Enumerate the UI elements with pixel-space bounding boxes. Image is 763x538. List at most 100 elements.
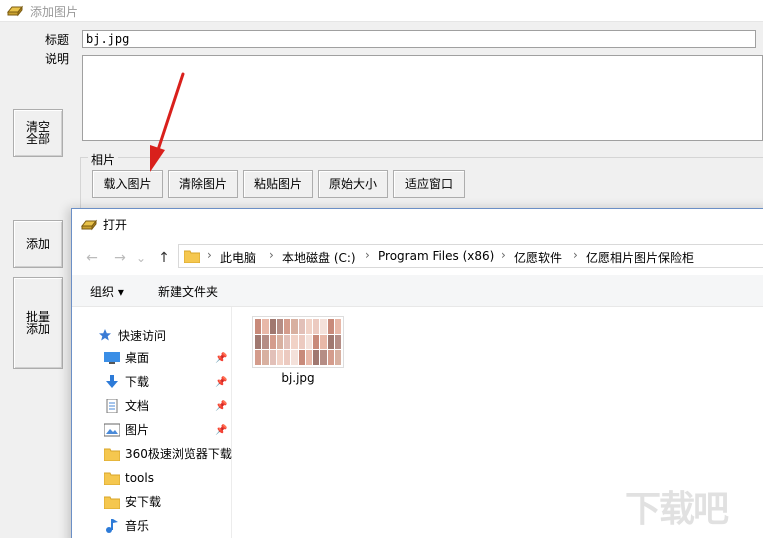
title-input[interactable]: bj.jpg (82, 30, 756, 48)
file-item[interactable]: bj.jpg (252, 316, 348, 388)
recent-chevron-down-icon[interactable]: ⌄ (134, 248, 148, 268)
pin-icon: 📌 (215, 425, 228, 436)
thumbnail-tile (255, 334, 262, 350)
nav-item-label: 安下载 (125, 495, 162, 509)
thumbnail-tile (313, 350, 320, 365)
nav-item-tools[interactable]: tools (102, 467, 230, 489)
thumbnail-tile (327, 350, 334, 365)
dialog-title: 打开 (103, 218, 128, 232)
pictures-icon (104, 423, 120, 437)
window-title: 添加图片 (30, 5, 79, 19)
breadcrumb-program-files[interactable]: Program Files (x86) (378, 249, 494, 263)
breadcrumb-separator-icon: › (573, 248, 578, 262)
star-icon (99, 329, 111, 341)
nav-item-label: 文档 (125, 399, 150, 413)
pin-icon: 📌 (215, 353, 228, 364)
nav-item-label: 桌面 (125, 351, 150, 365)
batch-add-button[interactable]: 批量添加 (13, 277, 63, 369)
organize-menu[interactable]: 组织 ▾ (90, 283, 124, 300)
pin-icon: 📌 (215, 377, 228, 388)
batch-add-label: 批量添加 (25, 310, 50, 336)
breadcrumb-current-folder[interactable]: 亿愿相片图片保险柜 (586, 249, 694, 266)
new-folder-button[interactable]: 新建文件夹 (158, 283, 218, 300)
description-label: 说明 (45, 52, 70, 66)
thumbnail-tile (262, 319, 269, 334)
breadcrumb-this-pc[interactable]: 此电脑 (220, 249, 256, 266)
download-icon (106, 375, 118, 388)
nav-item-documents[interactable]: 文档 📌 (102, 395, 230, 417)
photo-group-label: 相片 (88, 151, 119, 168)
thumbnail-tile (269, 350, 276, 365)
thumbnail-tile (291, 319, 298, 334)
thumbnail-tile (255, 319, 262, 334)
window-title-bar: 添加图片 (0, 0, 763, 22)
thumbnail-tile (276, 319, 283, 334)
clear-all-button[interactable]: 清空全部 (13, 109, 63, 157)
folder-icon (104, 448, 120, 461)
thumbnail-tile (291, 334, 298, 350)
nav-item-label: 360极速浏览器下载 (125, 447, 232, 461)
thumbnail-tile (284, 334, 291, 350)
thumbnail-tile (334, 334, 341, 350)
thumbnail-tile (284, 350, 291, 365)
forward-arrow-icon[interactable]: → (110, 248, 130, 268)
app-icon (80, 219, 98, 231)
thumbnail-tile (298, 319, 305, 334)
nav-item-anxiazai[interactable]: 安下载 (102, 491, 230, 513)
nav-item-desktop[interactable]: 桌面 📌 (102, 347, 230, 369)
thumbnail-tile (320, 350, 327, 365)
breadcrumb-separator-icon: › (269, 248, 274, 262)
thumbnail-tile (305, 334, 312, 350)
breadcrumb-separator-icon: › (501, 248, 506, 262)
thumbnail-tile (291, 350, 298, 365)
thumbnail-tile (276, 334, 283, 350)
up-arrow-icon[interactable]: ↑ (154, 248, 174, 268)
nav-item-label: tools (125, 471, 154, 485)
dialog-title-bar: 打开 (72, 209, 763, 239)
breadcrumb-local-disk[interactable]: 本地磁盘 (C:) (282, 249, 356, 266)
fit-window-button[interactable]: 适应窗口 (393, 170, 465, 198)
thumbnail-tile (305, 350, 312, 365)
nav-item-downloads[interactable]: 下载 📌 (102, 371, 230, 393)
thumbnail-tile (320, 319, 327, 334)
nav-item-label: 音乐 (125, 519, 150, 533)
music-icon (106, 519, 118, 533)
folder-icon (104, 496, 120, 509)
thumbnail-tile (269, 334, 276, 350)
thumbnail-tile (284, 319, 291, 334)
dialog-toolbar: 组织 ▾ 新建文件夹 (72, 275, 763, 307)
nav-item-pictures[interactable]: 图片 📌 (102, 419, 230, 441)
thumbnail-tile (327, 334, 334, 350)
nav-item-label: 图片 (125, 423, 150, 437)
nav-item-360-browser-downloads[interactable]: 360极速浏览器下载 (102, 443, 232, 465)
add-button[interactable]: 添加 (13, 220, 63, 268)
load-image-button[interactable]: 载入图片 (92, 170, 163, 198)
nav-item-music[interactable]: 音乐 (102, 515, 230, 537)
back-arrow-icon[interactable]: ← (82, 248, 102, 268)
breadcrumb-yiyuan-software[interactable]: 亿愿软件 (514, 249, 562, 266)
file-thumbnail (252, 316, 344, 368)
thumbnail-tile (262, 350, 269, 365)
thumbnail-tile (276, 350, 283, 365)
thumbnail-tile (298, 334, 305, 350)
folder-icon (184, 250, 200, 263)
thumbnail-tile (305, 319, 312, 334)
thumbnail-tile (313, 334, 320, 350)
title-label: 标题 (45, 33, 70, 47)
address-bar[interactable]: › 此电脑 › 本地磁盘 (C:) › Program Files (x86) … (178, 244, 763, 268)
quick-access-label[interactable]: 快速访问 (118, 327, 166, 344)
original-size-button[interactable]: 原始大小 (318, 170, 388, 198)
clear-all-label: 清空全部 (25, 120, 50, 146)
paste-image-button[interactable]: 粘贴图片 (243, 170, 313, 198)
thumbnail-tile (334, 350, 341, 365)
description-textarea[interactable] (82, 55, 763, 141)
pin-icon: 📌 (215, 401, 228, 412)
thumbnail-tile (334, 319, 341, 334)
breadcrumb-separator-icon: › (207, 248, 212, 262)
thumbnail-tile (269, 319, 276, 334)
add-label: 添加 (25, 237, 50, 251)
thumbnail-tile (320, 334, 327, 350)
thumbnail-tile (298, 350, 305, 365)
thumbnail-tile (313, 319, 320, 334)
clear-image-button[interactable]: 清除图片 (168, 170, 238, 198)
